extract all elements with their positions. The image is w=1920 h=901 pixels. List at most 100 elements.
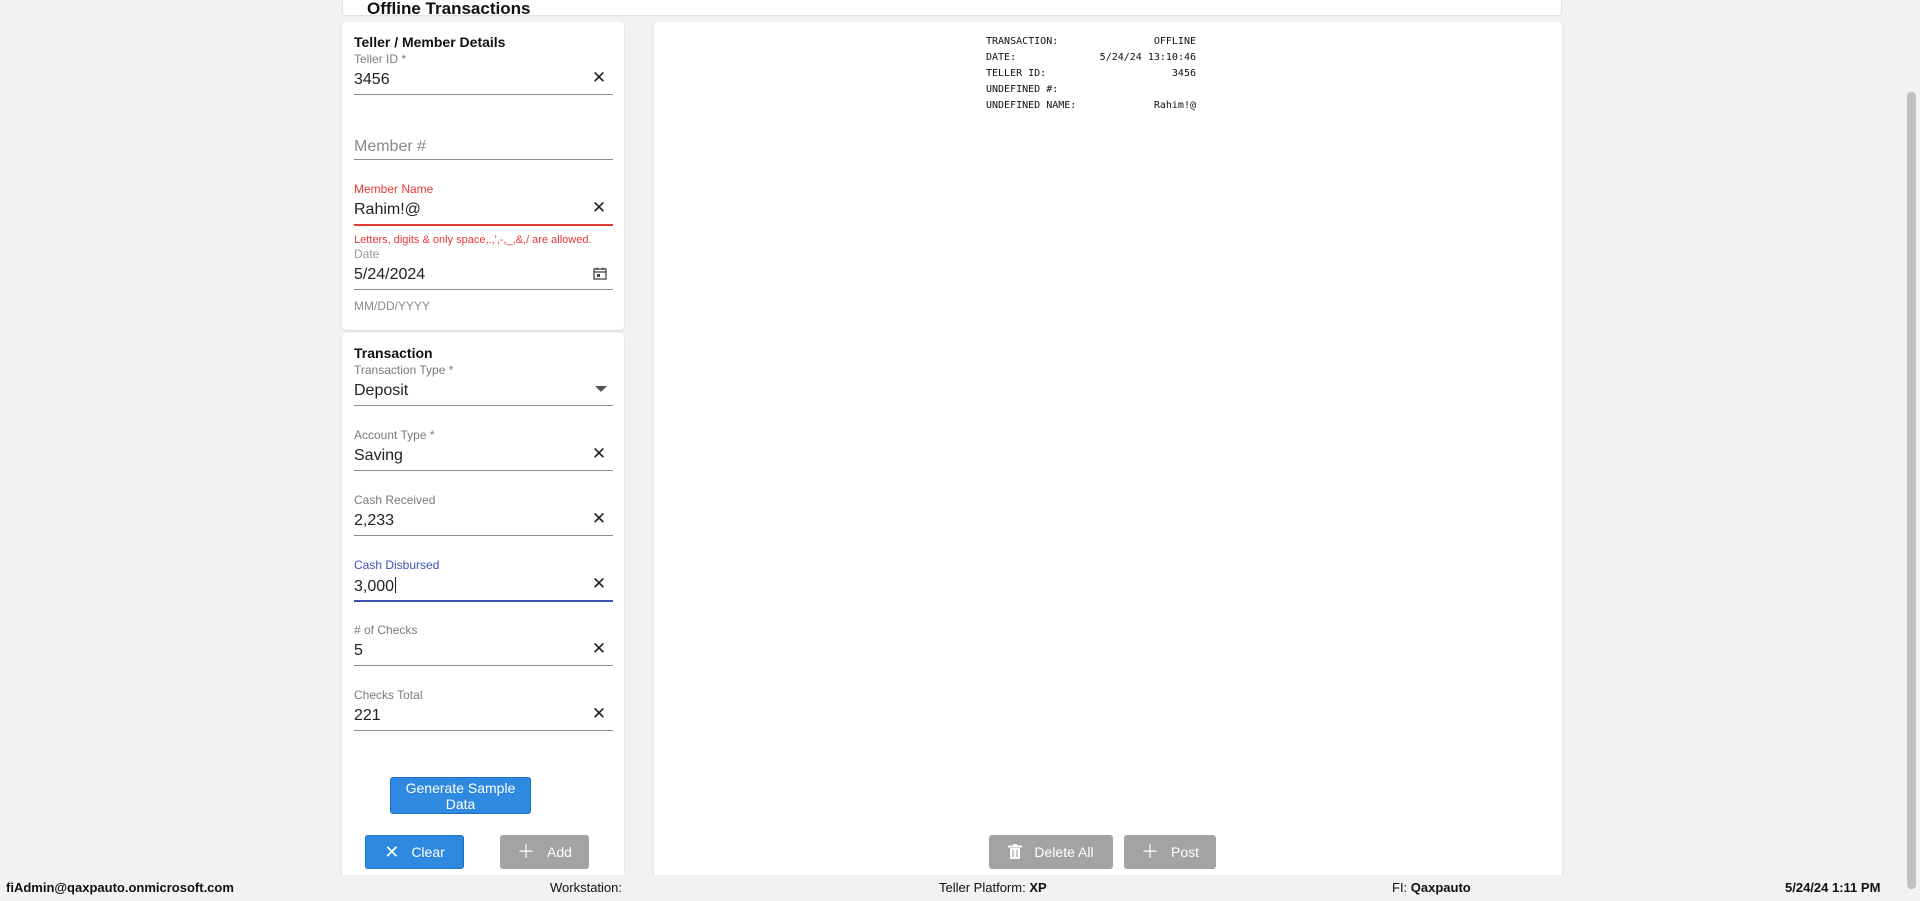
add-button-label: Add (547, 844, 572, 860)
plus-icon: ＋ (1140, 842, 1159, 862)
account-type-value[interactable]: Saving (354, 447, 403, 465)
date-underline (354, 289, 613, 290)
member-section-title: Teller / Member Details (354, 34, 506, 50)
member-number-underline (354, 159, 613, 160)
receipt-key: TELLER ID: (986, 68, 1047, 79)
transaction-card: Transaction Transaction Type * Deposit A… (342, 333, 624, 878)
transaction-type-label: Transaction Type * (354, 363, 454, 377)
receipt-preview: TRANSACTION: OFFLINE DATE: 5/24/24 13:10… (986, 34, 1196, 114)
close-icon: ✕ (384, 842, 400, 862)
cash-received-underline (354, 535, 613, 536)
member-name-error: Letters, digits & only space,.,',-,_,&,/… (354, 234, 592, 246)
member-name-label: Member Name (354, 182, 434, 196)
account-type-underline (354, 470, 613, 471)
close-icon[interactable]: ✕ (591, 575, 607, 592)
transaction-type-select[interactable]: Transaction Type * Deposit (354, 363, 613, 421)
close-icon[interactable]: ✕ (591, 705, 607, 722)
teller-id-underline (354, 94, 613, 95)
status-datetime: 5/24/24 1:11 PM (1785, 880, 1881, 895)
teller-id-field[interactable]: Teller ID * 3456 ✕ (354, 52, 613, 110)
receipt-value: 5/24/24 13:10:46 (1099, 52, 1196, 63)
date-value[interactable]: 5/24/2024 (354, 266, 425, 284)
status-bar: fiAdmin@qaxpauto.onmicrosoft.com Worksta… (0, 875, 1920, 901)
checks-total-field[interactable]: Checks Total 221 ✕ (354, 688, 613, 746)
delete-all-button[interactable]: Delete All (989, 835, 1113, 869)
cash-disbursed-input[interactable]: 3,000 (354, 577, 397, 596)
account-type-label: Account Type * (354, 428, 435, 442)
num-checks-underline (354, 665, 613, 666)
cash-disbursed-label: Cash Disbursed (354, 558, 440, 572)
date-field[interactable]: Date 5/24/2024 (354, 247, 613, 305)
receipt-row-teller-id: TELLER ID: 3456 (986, 66, 1196, 82)
status-user: fiAdmin@qaxpauto.onmicrosoft.com (6, 880, 234, 895)
plus-icon: ＋ (517, 842, 536, 862)
cash-disbursed-field[interactable]: Cash Disbursed 3,000 ✕ (354, 558, 613, 616)
scrollbar-thumb[interactable] (1907, 92, 1916, 889)
member-number-placeholder[interactable]: Member # (354, 138, 426, 156)
status-platform: Teller Platform: XP (939, 880, 1047, 895)
status-fi: FI: Qaxpauto (1392, 880, 1471, 895)
num-checks-field[interactable]: # of Checks 5 ✕ (354, 623, 613, 681)
member-name-underline (354, 224, 613, 226)
page-header: Offline Transactions (342, 0, 1562, 18)
platform-value: XP (1029, 880, 1047, 895)
num-checks-label: # of Checks (354, 623, 418, 637)
member-details-card: Teller / Member Details Teller ID * 3456… (342, 22, 624, 330)
clear-button-label: Clear (411, 844, 445, 860)
fi-label: FI: (1392, 880, 1408, 895)
receipt-row-member-name: UNDEFINED NAME: Rahim!@ (986, 98, 1196, 114)
text-caret (395, 577, 397, 593)
add-button[interactable]: ＋ Add (500, 835, 589, 869)
cash-disbursed-value: 3,000 (354, 578, 395, 595)
close-icon[interactable]: ✕ (591, 69, 607, 86)
date-format-helper: MM/DD/YYYY (354, 299, 431, 313)
transaction-type-value[interactable]: Deposit (354, 382, 408, 400)
cash-received-label: Cash Received (354, 493, 436, 507)
checks-total-value[interactable]: 221 (354, 707, 381, 725)
member-number-field[interactable]: Member # (354, 117, 613, 175)
generate-sample-data-button[interactable]: Generate Sample Data (390, 777, 531, 814)
member-name-field[interactable]: Member Name Rahim!@ ✕ (354, 182, 613, 240)
page-title: Offline Transactions (367, 0, 531, 18)
status-workstation: Workstation: (550, 880, 622, 895)
account-type-field[interactable]: Account Type * Saving ✕ (354, 428, 613, 486)
receipt-preview-card: TRANSACTION: OFFLINE DATE: 5/24/24 13:10… (654, 22, 1562, 878)
transaction-section-title: Transaction (354, 345, 433, 361)
fi-value: Qaxpauto (1410, 880, 1471, 895)
teller-id-value[interactable]: 3456 (354, 71, 390, 89)
receipt-value: 3456 (1171, 68, 1196, 79)
close-icon[interactable]: ✕ (591, 445, 607, 462)
checks-total-underline (354, 730, 613, 731)
receipt-value: Rahim!@ (1153, 100, 1196, 111)
checks-total-label: Checks Total (354, 688, 423, 702)
calendar-icon[interactable] (593, 267, 607, 280)
chevron-down-icon[interactable] (595, 386, 607, 392)
trash-icon (1008, 844, 1023, 859)
generate-button-label: Generate Sample Data (405, 779, 516, 812)
receipt-key: TRANSACTION: (986, 36, 1059, 47)
teller-id-label: Teller ID * (354, 52, 407, 66)
receipt-key: UNDEFINED NAME: (986, 100, 1077, 111)
date-label: Date (354, 247, 380, 261)
post-button[interactable]: ＋ Post (1124, 835, 1216, 869)
receipt-row-member-number: UNDEFINED #: (986, 82, 1196, 98)
delete-all-label: Delete All (1034, 844, 1094, 860)
receipt-row-date: DATE: 5/24/24 13:10:46 (986, 50, 1196, 66)
cash-received-value[interactable]: 2,233 (354, 512, 394, 530)
receipt-row-transaction: TRANSACTION: OFFLINE (986, 34, 1196, 50)
close-icon[interactable]: ✕ (591, 199, 607, 216)
transaction-type-underline (354, 405, 613, 406)
receipt-key: UNDEFINED #: (986, 84, 1059, 95)
close-icon[interactable]: ✕ (591, 510, 607, 527)
receipt-key: DATE: (986, 52, 1017, 63)
num-checks-value[interactable]: 5 (354, 642, 363, 660)
cash-disbursed-underline (354, 600, 613, 602)
close-icon[interactable]: ✕ (591, 640, 607, 657)
vertical-scrollbar[interactable] (1903, 0, 1920, 901)
member-name-value[interactable]: Rahim!@ (354, 201, 421, 219)
post-button-label: Post (1170, 844, 1199, 860)
platform-label: Teller Platform: (939, 880, 1026, 895)
cash-received-field[interactable]: Cash Received 2,233 ✕ (354, 493, 613, 551)
workstation-label: Workstation: (550, 880, 623, 895)
clear-button[interactable]: ✕ Clear (365, 835, 464, 869)
